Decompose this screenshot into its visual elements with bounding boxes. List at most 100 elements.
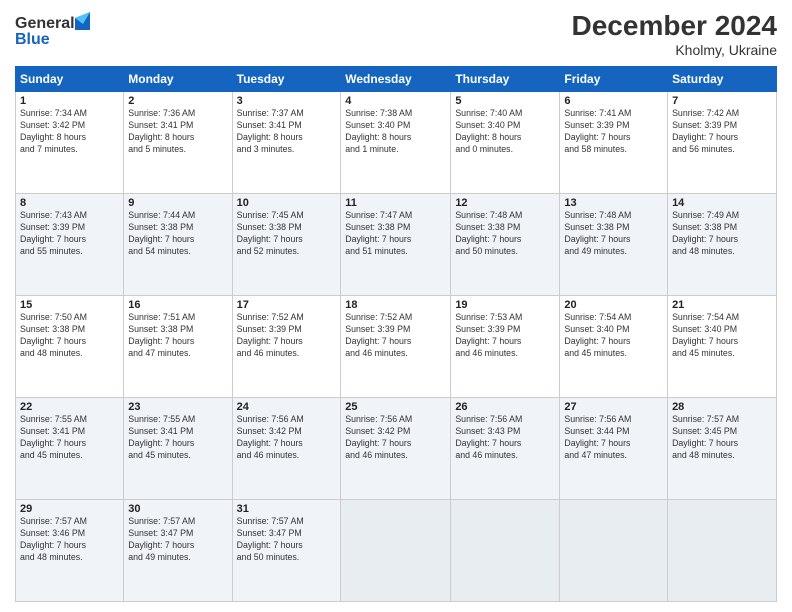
day-number: 29 [20,503,119,515]
table-row: 27Sunrise: 7:56 AM Sunset: 3:44 PM Dayli… [560,398,668,500]
day-number: 26 [455,401,555,413]
day-info: Sunrise: 7:57 AM Sunset: 3:47 PM Dayligh… [237,516,337,564]
day-info: Sunrise: 7:43 AM Sunset: 3:39 PM Dayligh… [20,210,119,258]
table-row: 11Sunrise: 7:47 AM Sunset: 3:38 PM Dayli… [341,194,451,296]
table-row: 2Sunrise: 7:36 AM Sunset: 3:41 PM Daylig… [124,92,232,194]
day-number: 10 [237,197,337,209]
day-info: Sunrise: 7:56 AM Sunset: 3:44 PM Dayligh… [564,414,663,462]
calendar-title: December 2024 [572,10,777,42]
table-row: 13Sunrise: 7:48 AM Sunset: 3:38 PM Dayli… [560,194,668,296]
page: General Blue December 2024 Kholmy, Ukrai… [0,0,792,612]
col-friday: Friday [560,67,668,92]
day-info: Sunrise: 7:54 AM Sunset: 3:40 PM Dayligh… [672,312,772,360]
svg-text:General: General [15,15,75,32]
table-row: 18Sunrise: 7:52 AM Sunset: 3:39 PM Dayli… [341,296,451,398]
table-row: 15Sunrise: 7:50 AM Sunset: 3:38 PM Dayli… [16,296,124,398]
table-row: 22Sunrise: 7:55 AM Sunset: 3:41 PM Dayli… [16,398,124,500]
table-row: 30Sunrise: 7:57 AM Sunset: 3:47 PM Dayli… [124,500,232,602]
table-row: 17Sunrise: 7:52 AM Sunset: 3:39 PM Dayli… [232,296,341,398]
table-row: 20Sunrise: 7:54 AM Sunset: 3:40 PM Dayli… [560,296,668,398]
day-number: 3 [237,95,337,107]
day-info: Sunrise: 7:34 AM Sunset: 3:42 PM Dayligh… [20,108,119,156]
day-number: 15 [20,299,119,311]
table-row: 31Sunrise: 7:57 AM Sunset: 3:47 PM Dayli… [232,500,341,602]
day-number: 28 [672,401,772,413]
table-row: 6Sunrise: 7:41 AM Sunset: 3:39 PM Daylig… [560,92,668,194]
table-row: 1Sunrise: 7:34 AM Sunset: 3:42 PM Daylig… [16,92,124,194]
day-number: 24 [237,401,337,413]
day-info: Sunrise: 7:37 AM Sunset: 3:41 PM Dayligh… [237,108,337,156]
day-info: Sunrise: 7:48 AM Sunset: 3:38 PM Dayligh… [564,210,663,258]
day-number: 5 [455,95,555,107]
day-info: Sunrise: 7:38 AM Sunset: 3:40 PM Dayligh… [345,108,446,156]
table-row: 29Sunrise: 7:57 AM Sunset: 3:46 PM Dayli… [16,500,124,602]
day-number: 22 [20,401,119,413]
day-number: 21 [672,299,772,311]
title-block: December 2024 Kholmy, Ukraine [572,10,777,58]
day-number: 23 [128,401,227,413]
day-number: 8 [20,197,119,209]
calendar-table: Sunday Monday Tuesday Wednesday Thursday… [15,66,777,602]
table-row: 26Sunrise: 7:56 AM Sunset: 3:43 PM Dayli… [451,398,560,500]
day-info: Sunrise: 7:50 AM Sunset: 3:38 PM Dayligh… [20,312,119,360]
logo: General Blue [15,10,95,52]
day-number: 25 [345,401,446,413]
day-info: Sunrise: 7:45 AM Sunset: 3:38 PM Dayligh… [237,210,337,258]
col-sunday: Sunday [16,67,124,92]
col-monday: Monday [124,67,232,92]
calendar-header-row: Sunday Monday Tuesday Wednesday Thursday… [16,67,777,92]
day-info: Sunrise: 7:55 AM Sunset: 3:41 PM Dayligh… [128,414,227,462]
day-number: 30 [128,503,227,515]
col-tuesday: Tuesday [232,67,341,92]
day-info: Sunrise: 7:52 AM Sunset: 3:39 PM Dayligh… [237,312,337,360]
day-info: Sunrise: 7:48 AM Sunset: 3:38 PM Dayligh… [455,210,555,258]
svg-text:Blue: Blue [15,31,50,48]
day-info: Sunrise: 7:52 AM Sunset: 3:39 PM Dayligh… [345,312,446,360]
day-info: Sunrise: 7:36 AM Sunset: 3:41 PM Dayligh… [128,108,227,156]
table-row: 7Sunrise: 7:42 AM Sunset: 3:39 PM Daylig… [668,92,777,194]
day-number: 17 [237,299,337,311]
table-row: 3Sunrise: 7:37 AM Sunset: 3:41 PM Daylig… [232,92,341,194]
table-row: 19Sunrise: 7:53 AM Sunset: 3:39 PM Dayli… [451,296,560,398]
day-number: 16 [128,299,227,311]
day-number: 19 [455,299,555,311]
table-row: 10Sunrise: 7:45 AM Sunset: 3:38 PM Dayli… [232,194,341,296]
day-number: 31 [237,503,337,515]
table-row: 25Sunrise: 7:56 AM Sunset: 3:42 PM Dayli… [341,398,451,500]
col-wednesday: Wednesday [341,67,451,92]
day-info: Sunrise: 7:57 AM Sunset: 3:46 PM Dayligh… [20,516,119,564]
table-row [668,500,777,602]
table-row: 9Sunrise: 7:44 AM Sunset: 3:38 PM Daylig… [124,194,232,296]
table-row: 28Sunrise: 7:57 AM Sunset: 3:45 PM Dayli… [668,398,777,500]
day-number: 18 [345,299,446,311]
day-number: 12 [455,197,555,209]
day-number: 2 [128,95,227,107]
col-saturday: Saturday [668,67,777,92]
day-info: Sunrise: 7:56 AM Sunset: 3:42 PM Dayligh… [345,414,446,462]
table-row: 5Sunrise: 7:40 AM Sunset: 3:40 PM Daylig… [451,92,560,194]
col-thursday: Thursday [451,67,560,92]
header: General Blue December 2024 Kholmy, Ukrai… [15,10,777,58]
day-info: Sunrise: 7:55 AM Sunset: 3:41 PM Dayligh… [20,414,119,462]
day-info: Sunrise: 7:49 AM Sunset: 3:38 PM Dayligh… [672,210,772,258]
day-info: Sunrise: 7:42 AM Sunset: 3:39 PM Dayligh… [672,108,772,156]
day-info: Sunrise: 7:53 AM Sunset: 3:39 PM Dayligh… [455,312,555,360]
calendar-subtitle: Kholmy, Ukraine [572,42,777,58]
table-row: 12Sunrise: 7:48 AM Sunset: 3:38 PM Dayli… [451,194,560,296]
table-row [560,500,668,602]
day-number: 13 [564,197,663,209]
day-number: 6 [564,95,663,107]
day-number: 20 [564,299,663,311]
table-row: 23Sunrise: 7:55 AM Sunset: 3:41 PM Dayli… [124,398,232,500]
table-row: 8Sunrise: 7:43 AM Sunset: 3:39 PM Daylig… [16,194,124,296]
day-number: 9 [128,197,227,209]
day-number: 11 [345,197,446,209]
table-row [451,500,560,602]
day-info: Sunrise: 7:44 AM Sunset: 3:38 PM Dayligh… [128,210,227,258]
logo-icon: General Blue [15,10,95,52]
day-number: 4 [345,95,446,107]
day-number: 1 [20,95,119,107]
day-number: 27 [564,401,663,413]
day-info: Sunrise: 7:41 AM Sunset: 3:39 PM Dayligh… [564,108,663,156]
table-row [341,500,451,602]
